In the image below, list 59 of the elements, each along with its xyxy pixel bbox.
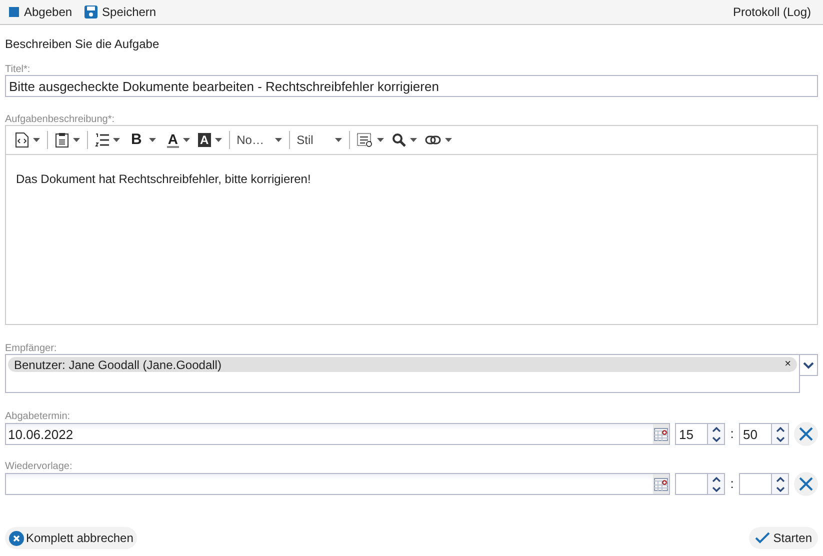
field-label: Empfänger: xyxy=(5,342,58,353)
chevron-down-icon xyxy=(803,362,814,368)
spin-buttons[interactable] xyxy=(708,473,725,495)
caret-icon xyxy=(274,138,282,142)
time-separator: : xyxy=(729,425,735,444)
caret-icon xyxy=(148,138,156,142)
caret-icon xyxy=(113,138,120,142)
caret-icon xyxy=(444,138,452,142)
caret-icon xyxy=(214,138,222,142)
dropdown-button[interactable] xyxy=(800,354,818,376)
spin-buttons[interactable] xyxy=(772,473,789,495)
start-button[interactable]: Starten xyxy=(749,527,818,549)
editor-tool-button[interactable]: A xyxy=(196,129,223,151)
editor-tool-button[interactable]: B xyxy=(127,129,157,151)
link-icon xyxy=(424,135,441,145)
clear-icon xyxy=(799,427,813,441)
time-field[interactable]: 15 xyxy=(675,423,708,445)
editor-tool-button[interactable]: Stil xyxy=(296,129,343,151)
clear-button[interactable] xyxy=(794,472,818,496)
caret-icon xyxy=(376,138,384,142)
checkmark-icon xyxy=(755,532,770,544)
editor-tool-button[interactable]: No… xyxy=(236,129,283,151)
numbered-list-icon xyxy=(95,133,109,147)
clear-button[interactable] xyxy=(794,422,818,446)
clipboard-icon xyxy=(55,132,69,148)
time-field[interactable] xyxy=(739,473,772,495)
caret-icon xyxy=(410,138,417,142)
caret-icon xyxy=(182,138,190,142)
field-label: Wiedervorlage: xyxy=(5,460,74,471)
search-icon xyxy=(392,133,406,147)
title-field[interactable]: Bitte ausgecheckte Dokumente bearbeiten - Rechtschreibfehler korrigieren xyxy=(5,75,818,97)
page-heading: Beschreiben Sie die Aufgabe xyxy=(5,36,160,51)
remove-tag-button[interactable]: × xyxy=(784,359,792,370)
spin-buttons[interactable] xyxy=(772,423,789,445)
field-label: Titel*: xyxy=(5,63,32,74)
rich-text-editor[interactable]: B A A No… Stil Das Dokument hat Rechtschreibfehler, bitte korrigieren! xyxy=(5,125,818,325)
cancel-button[interactable]: Komplett abbrechen xyxy=(5,527,138,549)
toolbar-button[interactable]: Abgeben xyxy=(8,3,72,21)
stop-icon xyxy=(8,6,20,18)
source-code-icon xyxy=(15,132,29,148)
field-label: Abgabetermin: xyxy=(5,410,72,421)
save-icon xyxy=(84,5,98,19)
caret-icon xyxy=(73,138,80,142)
recipient-field[interactable]: Benutzer: Jane Goodall (Jane.Goodall) × xyxy=(5,354,800,393)
caret-icon xyxy=(33,138,40,142)
recipient-tag-text: Benutzer: Jane Goodall (Jane.Goodall) xyxy=(14,356,222,374)
log-link[interactable]: Protokoll (Log) xyxy=(732,3,811,21)
select-all-icon xyxy=(356,133,373,147)
field-label: Aufgabenbeschreibung*: xyxy=(5,113,116,124)
caret-icon xyxy=(334,138,342,142)
cancel-circle-icon xyxy=(9,530,24,546)
editor-tool-button[interactable]: A xyxy=(162,129,191,151)
editor-text: Das Dokument hat Rechtschreibfehler, bitte korrigieren! xyxy=(15,171,312,188)
time-field[interactable]: 50 xyxy=(739,423,772,445)
clear-icon xyxy=(799,477,813,491)
toolbar-button[interactable]: Speichern xyxy=(84,3,156,21)
time-field[interactable] xyxy=(675,473,708,495)
time-separator: : xyxy=(729,475,735,494)
spin-buttons[interactable] xyxy=(708,423,725,445)
